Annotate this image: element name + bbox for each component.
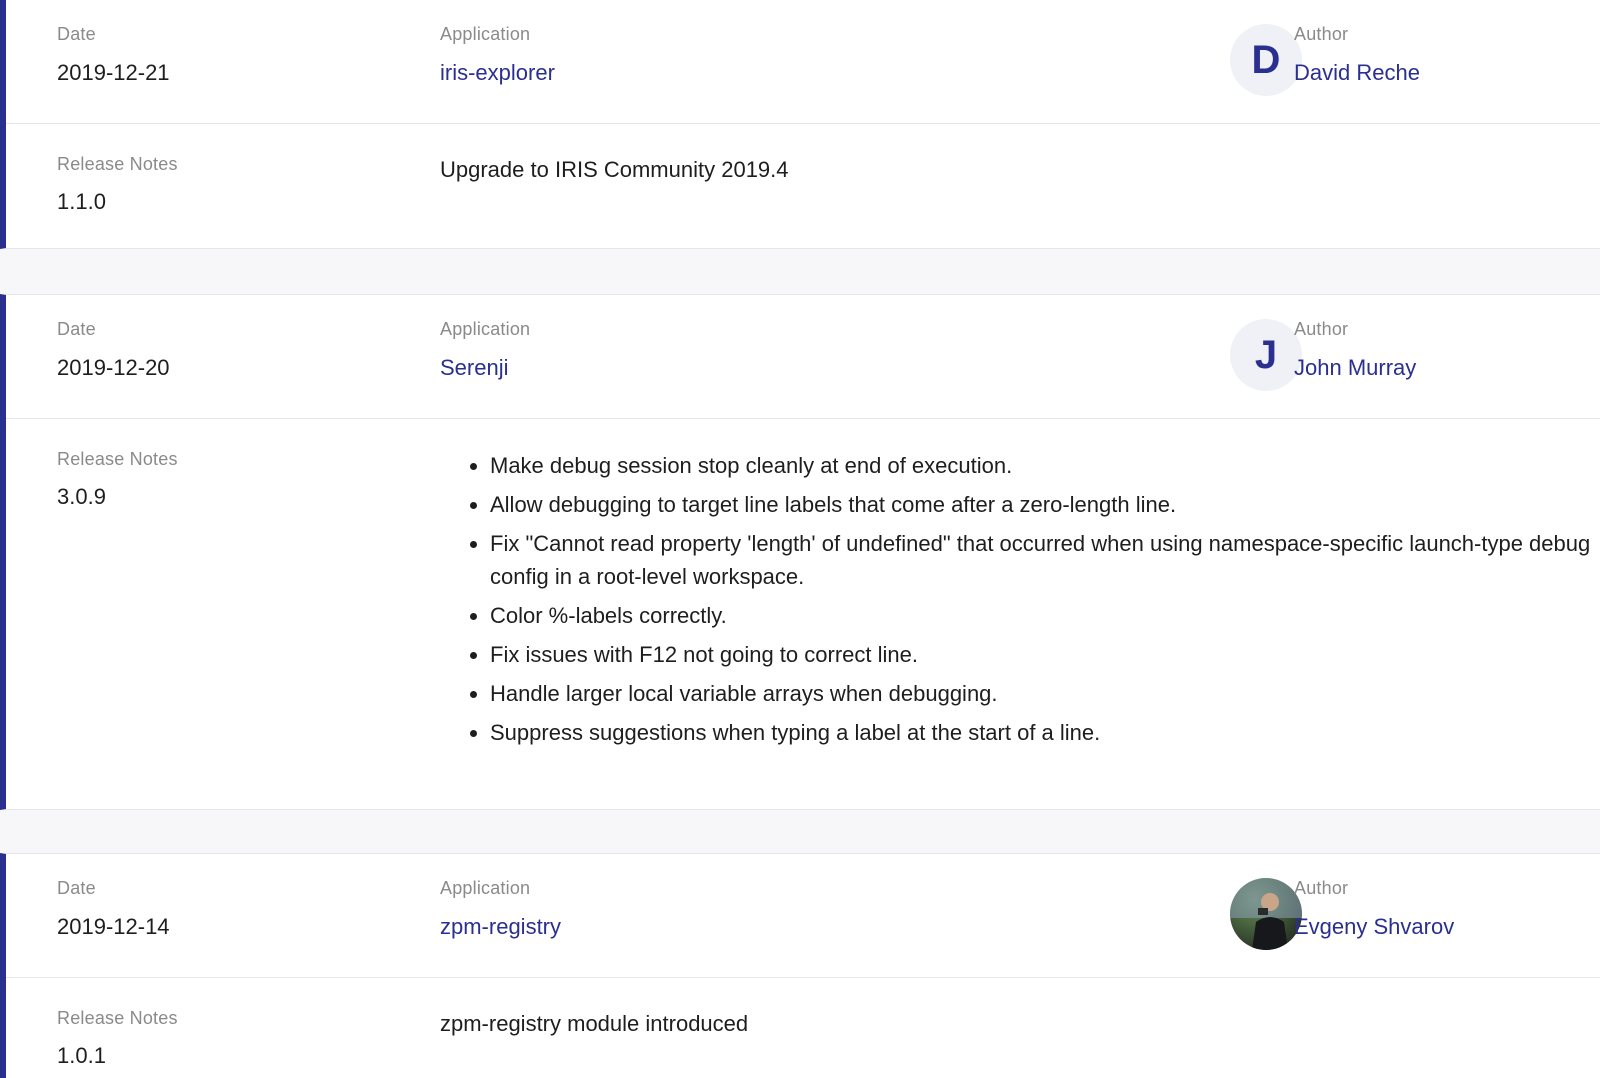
author-label: Author	[1294, 878, 1349, 898]
release-notes-label: Release Notes	[57, 449, 178, 469]
release-note-item: Color %-labels correctly.	[490, 599, 1600, 632]
author-avatar[interactable]: D	[1230, 24, 1302, 96]
release-date: 2019-12-21	[57, 60, 170, 85]
release-note-item: Allow debugging to target line labels th…	[490, 488, 1600, 521]
release-version: 1.1.0	[57, 189, 106, 214]
release-notes-label: Release Notes	[57, 154, 178, 174]
date-label: Date	[57, 24, 96, 44]
application-link[interactable]: Serenji	[440, 355, 508, 381]
release-card-header: Date 2019-12-20 Application Serenji J Au…	[6, 295, 1600, 419]
author-link[interactable]: Evgeny Shvarov	[1294, 914, 1454, 940]
application-label: Application	[440, 319, 531, 339]
release-history-page: Date 2019-12-21 Application iris-explore…	[0, 0, 1600, 1078]
application-link[interactable]: zpm-registry	[440, 914, 561, 940]
release-note-item: Handle larger local variable arrays when…	[490, 677, 1600, 710]
author-link[interactable]: John Murray	[1294, 355, 1416, 381]
release-note-item: Fix "Cannot read property 'length' of un…	[490, 527, 1600, 593]
author-link[interactable]: David Reche	[1294, 60, 1420, 86]
author-avatar[interactable]: J	[1230, 319, 1302, 391]
date-label: Date	[57, 878, 96, 898]
release-version: 1.0.1	[57, 1043, 106, 1068]
application-label: Application	[440, 24, 531, 44]
release-notes-label: Release Notes	[57, 1008, 178, 1028]
release-notes-text: zpm-registry module introduced	[440, 1011, 749, 1036]
release-card: Date 2019-12-20 Application Serenji J Au…	[0, 294, 1600, 810]
release-date: 2019-12-14	[57, 914, 170, 939]
release-note-item: Suppress suggestions when typing a label…	[490, 716, 1600, 749]
person-photo-icon	[1230, 878, 1302, 950]
application-link[interactable]: iris-explorer	[440, 60, 555, 86]
application-label: Application	[440, 878, 531, 898]
release-card-header: Date 2019-12-21 Application iris-explore…	[6, 0, 1600, 124]
release-notes-row: Release Notes 1.0.1 zpm-registry module …	[6, 978, 1600, 1078]
release-note-item: Make debug session stop cleanly at end o…	[490, 449, 1600, 482]
release-note-item: Fix issues with F12 not going to correct…	[490, 638, 1600, 671]
release-version: 3.0.9	[57, 484, 106, 509]
release-card: Date 2019-12-21 Application iris-explore…	[0, 0, 1600, 249]
author-label: Author	[1294, 319, 1349, 339]
release-card: Date 2019-12-14 Application zpm-registry…	[0, 853, 1600, 1078]
release-notes-row: Release Notes 3.0.9 Make debug session s…	[6, 419, 1600, 809]
release-date: 2019-12-20	[57, 355, 170, 380]
release-notes-list: Make debug session stop cleanly at end o…	[440, 449, 1600, 755]
author-avatar-photo[interactable]	[1230, 878, 1302, 950]
release-notes-row: Release Notes 1.1.0 Upgrade to IRIS Comm…	[6, 124, 1600, 248]
date-label: Date	[57, 319, 96, 339]
release-card-header: Date 2019-12-14 Application zpm-registry…	[6, 854, 1600, 978]
author-label: Author	[1294, 24, 1349, 44]
release-notes-text: Upgrade to IRIS Community 2019.4	[440, 157, 789, 182]
